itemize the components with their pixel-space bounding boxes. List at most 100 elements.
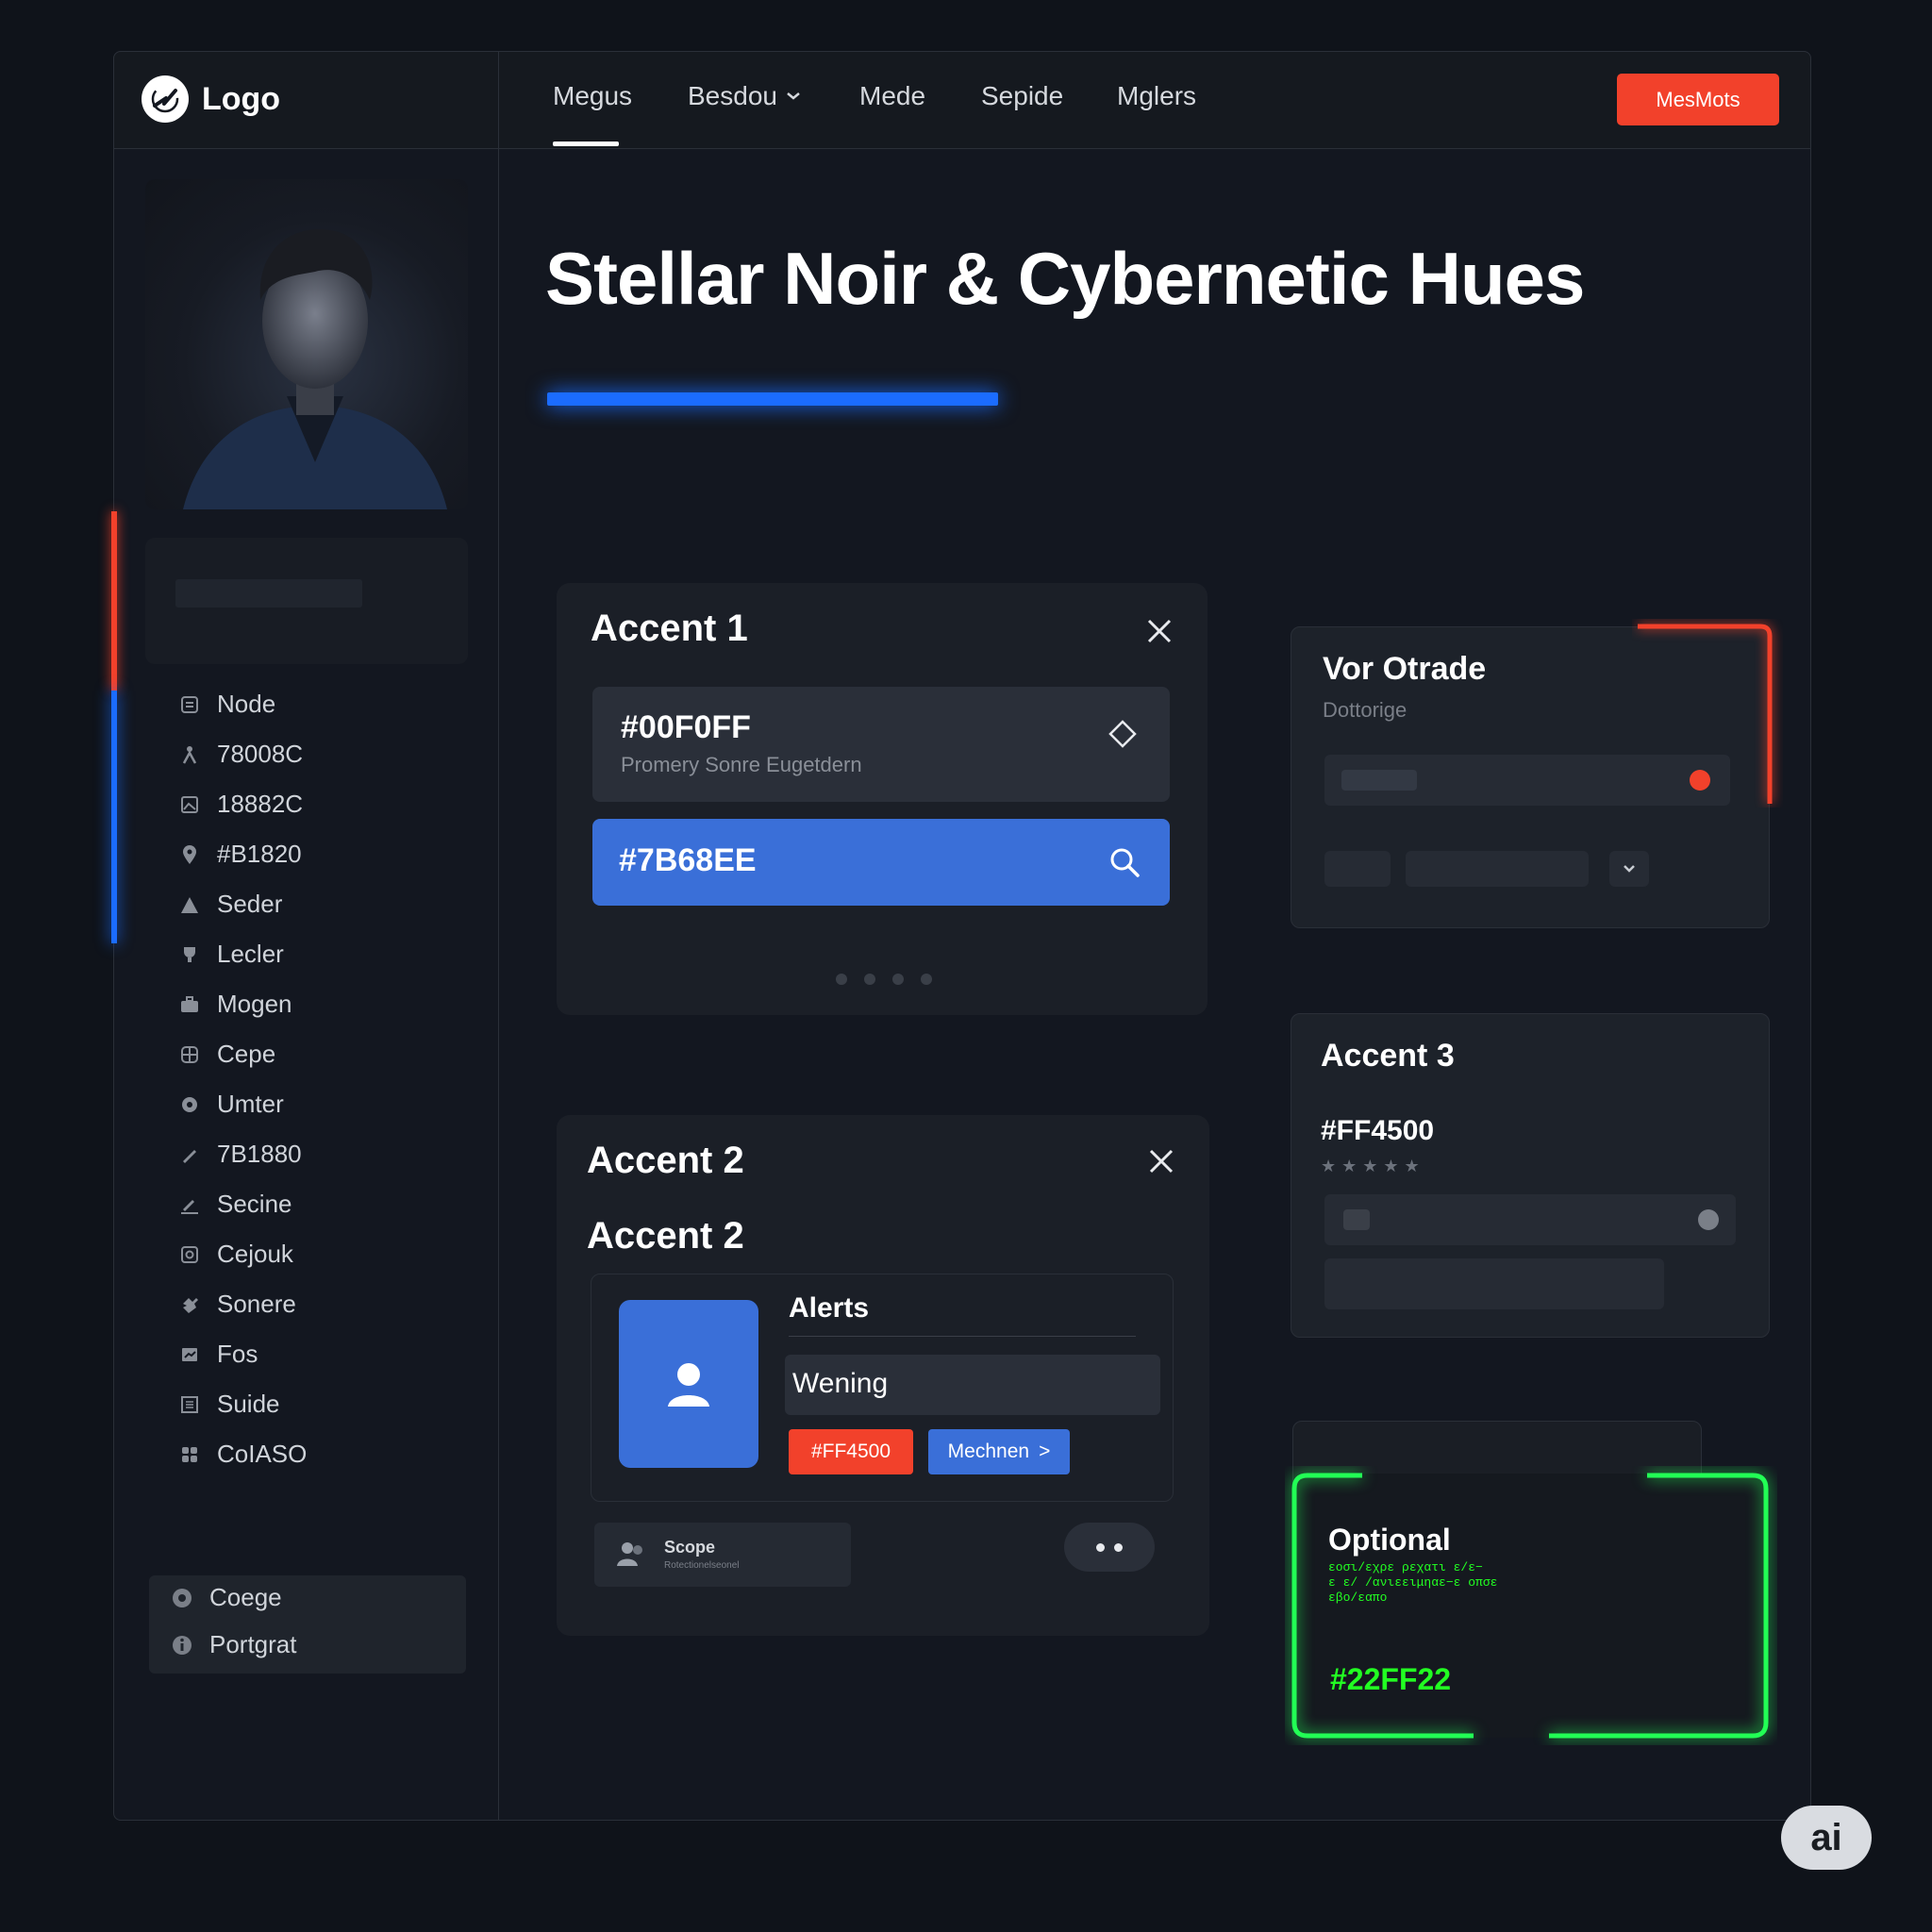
sidebar-item-label: Sonere xyxy=(217,1290,296,1318)
close-icon[interactable] xyxy=(1145,617,1174,645)
sidebar-item-label: Lecler xyxy=(217,940,284,968)
more-button[interactable]: Mechnen > xyxy=(928,1429,1070,1474)
avatar[interactable] xyxy=(619,1300,758,1468)
scope-sub: Rotectionelseonel xyxy=(664,1560,740,1571)
accent1-title: Accent 1 xyxy=(591,608,748,649)
sidebar-item-coiaso[interactable]: CoIASO xyxy=(177,1429,307,1479)
logo-text: Logo xyxy=(202,80,281,117)
sidebar-item-label: 7B1880 xyxy=(217,1140,302,1168)
sidebar-footer-item-portgrat[interactable]: Portgrat xyxy=(170,1630,297,1659)
dot-icon xyxy=(1114,1542,1123,1552)
alerts-label: Alerts xyxy=(789,1292,870,1324)
chart-icon xyxy=(177,1342,202,1367)
trophy-icon xyxy=(177,942,202,967)
scroll-indicator-red xyxy=(111,511,117,691)
sidebar-footer-label: Portgrat xyxy=(209,1630,297,1658)
color-field-value: #00F0FF xyxy=(621,709,751,745)
apps-icon xyxy=(177,1442,202,1467)
pencil-icon xyxy=(177,1142,202,1167)
code-line: ε ε/ /ανιεειμηαε−ε οπσε xyxy=(1328,1575,1498,1590)
accent3-title: Accent 3 xyxy=(1321,1038,1455,1074)
accent2-title: Accent 2 xyxy=(587,1140,744,1181)
ai-watermark: ai xyxy=(1781,1806,1872,1870)
sidebar-item-label: Umter xyxy=(217,1090,284,1118)
vor-input-placeholder xyxy=(1341,770,1417,791)
sidebar-footer-item-coege[interactable]: Coege xyxy=(170,1583,282,1612)
sidebar-divider xyxy=(498,51,499,1821)
sidebar-footer-label: Coege xyxy=(209,1583,282,1611)
info-icon xyxy=(170,1633,194,1657)
sidebar-item-fos[interactable]: Fos xyxy=(177,1329,307,1379)
vor-control-a[interactable] xyxy=(1324,851,1391,887)
sidebar-item-suide[interactable]: Suide xyxy=(177,1379,307,1429)
pagination-dot[interactable] xyxy=(921,974,932,985)
pagination-dots[interactable] xyxy=(836,974,932,985)
sidebar-item-node[interactable]: Node xyxy=(177,679,307,729)
close-icon[interactable] xyxy=(1147,1147,1175,1175)
more-options-button[interactable] xyxy=(1064,1523,1155,1572)
pagination-dot[interactable] xyxy=(836,974,847,985)
image-icon xyxy=(177,792,202,817)
briefcase-icon xyxy=(177,992,202,1017)
sidebar-item-seder[interactable]: Seder xyxy=(177,879,307,929)
globe-icon xyxy=(177,1042,202,1067)
green-glow-border xyxy=(1291,1473,1769,1739)
toggle-knob[interactable] xyxy=(1698,1209,1719,1230)
sidebar-item-umter[interactable]: Umter xyxy=(177,1079,307,1129)
nav-item-megus[interactable]: Megus xyxy=(553,81,632,111)
logo[interactable]: Logo xyxy=(142,75,280,123)
accent2-subtitle: Accent 2 xyxy=(587,1215,744,1257)
more-button-label: Mechnen xyxy=(947,1441,1030,1462)
figure-icon xyxy=(177,742,202,767)
input-placeholder-chip xyxy=(1343,1209,1370,1230)
nav-item-mglers[interactable]: Mglers xyxy=(1117,81,1196,111)
top-navigation-bar xyxy=(113,51,1811,149)
pagination-dot[interactable] xyxy=(892,974,904,985)
nav-item-mede[interactable]: Mede xyxy=(859,81,925,111)
vor-dropdown-toggle[interactable] xyxy=(1609,851,1649,887)
sidebar-item-b1820[interactable]: #B1820 xyxy=(177,829,307,879)
sidebar-item-sonere[interactable]: Sonere xyxy=(177,1279,307,1329)
user-icon xyxy=(668,1363,709,1407)
search-icon[interactable] xyxy=(1108,845,1141,879)
sidebar-item-label: 78008C xyxy=(217,740,304,768)
sidebar-item-78008c[interactable]: 78008C xyxy=(177,729,307,779)
rating-stars[interactable]: ★★★★★ xyxy=(1321,1157,1425,1176)
profile-portrait xyxy=(145,179,468,509)
diamond-icon[interactable] xyxy=(1108,719,1138,749)
sidebar-item-mogen[interactable]: Mogen xyxy=(177,979,307,1029)
logo-icon xyxy=(142,75,189,123)
sidebar-item-secine[interactable]: Secine xyxy=(177,1179,307,1229)
cta-button[interactable]: MesMots xyxy=(1617,74,1779,125)
nav-item-sepide[interactable]: Sepide xyxy=(981,81,1063,111)
hero-accent-bar xyxy=(547,392,998,406)
chevron-down-icon xyxy=(787,92,800,100)
scroll-indicator-blue[interactable] xyxy=(111,691,117,943)
warning-label: Wening xyxy=(792,1368,889,1399)
sidebar-item-7b1880[interactable]: 7B1880 xyxy=(177,1129,307,1179)
dot-icon xyxy=(1096,1542,1105,1552)
pin-icon xyxy=(177,842,202,867)
sidebar-item-cepe[interactable]: Cepe xyxy=(177,1029,307,1079)
accent3-input[interactable] xyxy=(1324,1194,1736,1245)
pagination-dot[interactable] xyxy=(864,974,875,985)
chevron-right-icon: > xyxy=(1039,1441,1051,1462)
sidebar-item-label: Cejouk xyxy=(217,1240,293,1268)
accent3-secondary-field[interactable] xyxy=(1324,1258,1664,1309)
color-badge[interactable]: #FF4500 xyxy=(789,1429,913,1474)
sidebar-item-label: #B1820 xyxy=(217,840,302,868)
color-field-sub: Promery Sonre Eugetdern xyxy=(621,753,862,776)
grid-icon xyxy=(177,1392,202,1417)
page-title: Stellar Noir & Cybernetic Hues xyxy=(545,237,1585,320)
nav-item-besdou[interactable]: Besdou xyxy=(688,81,802,111)
cog-icon xyxy=(170,1586,194,1610)
vor-card-subtitle: Dottorige xyxy=(1323,698,1407,722)
layers-icon xyxy=(177,692,202,717)
shield-icon xyxy=(177,1092,202,1117)
active-nav-indicator xyxy=(553,142,619,146)
sidebar-item-lecler[interactable]: Lecler xyxy=(177,929,307,979)
vor-control-b[interactable] xyxy=(1406,851,1589,887)
sidebar-item-18882c[interactable]: 18882C xyxy=(177,779,307,829)
vor-card-title: Vor Otrade xyxy=(1323,651,1487,687)
sidebar-item-cejouk[interactable]: Cejouk xyxy=(177,1229,307,1279)
